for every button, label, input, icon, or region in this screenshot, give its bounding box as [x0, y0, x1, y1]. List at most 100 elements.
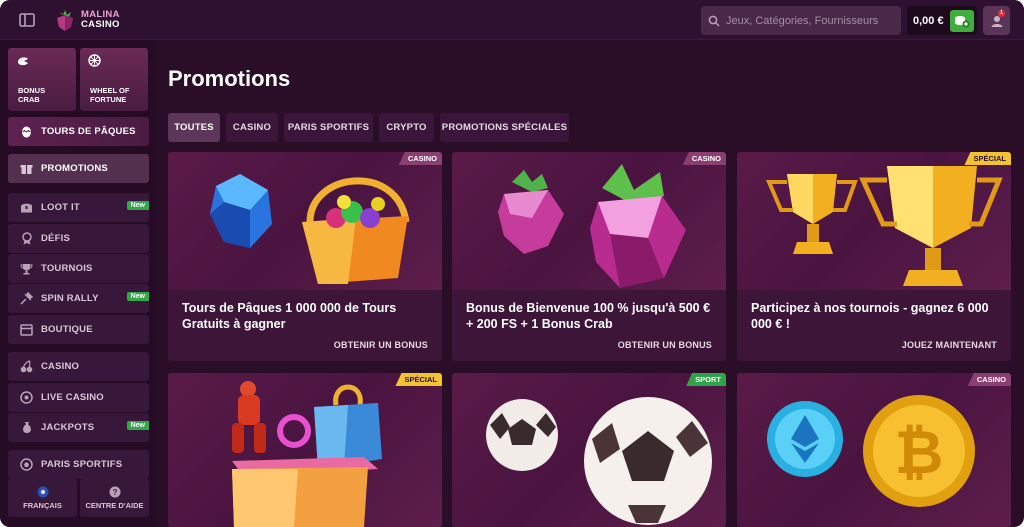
sidebar-item-label: SPIN RALLY [41, 293, 99, 304]
tab-crypto[interactable]: CRYPTO [379, 113, 434, 142]
category-badge: SPÉCIAL [395, 373, 442, 386]
sidebar-item-loot-it[interactable]: LOOT IT New [8, 193, 149, 222]
sidebar: BONUS CRAB WHEEL OF FORTUNE TOURS DE PÂQUE… [0, 40, 158, 527]
tab-casino[interactable]: CASINO [226, 113, 278, 142]
sidebar-item-casino[interactable]: CASINO [8, 352, 149, 381]
tile-label-line2: CRAB [18, 95, 40, 104]
tile-label-line1: WHEEL OF [90, 86, 130, 95]
promo-art: SPORT [452, 373, 726, 527]
promo-card-special-items[interactable]: SPÉCIAL [168, 373, 442, 527]
money-bag-icon [20, 421, 33, 434]
sidebar-item-jackpots[interactable]: JACKPOTS New [8, 413, 149, 442]
account-button[interactable]: 1 [983, 6, 1010, 35]
page-title: Promotions [168, 66, 291, 91]
category-badge: CASINO [967, 373, 1011, 386]
medal-icon [20, 232, 33, 245]
rally-icon [20, 292, 33, 305]
search-box[interactable] [701, 6, 901, 35]
promo-card-easter[interactable]: CASINO Tours de Pâques 1 000 000 de Tour… [168, 152, 442, 361]
help-icon: ? [109, 486, 120, 498]
trophy-icon [20, 262, 33, 275]
gift-box-illustration [232, 381, 382, 527]
sidebar-item-spin-rally[interactable]: SPIN RALLY New [8, 284, 149, 313]
crab-claw-icon [18, 57, 28, 66]
category-badge: SPÉCIAL [964, 152, 1011, 165]
sidebar-item-label: TOURS DE PÂQUES [41, 126, 136, 137]
notification-badge: 1 [998, 10, 1005, 17]
crypto-coins-illustration: ₿ [767, 395, 975, 507]
help-label: CENTRE D'AIDE [85, 501, 144, 510]
promo-art: CASINO [452, 152, 726, 290]
deposit-button[interactable] [950, 9, 974, 32]
promo-art: SPÉCIAL [737, 152, 1011, 290]
raspberry-logo-icon [57, 10, 73, 31]
promo-card-tournaments[interactable]: SPÉCIAL Participez à nos tournois - gagn… [737, 152, 1011, 361]
easter-egg-basket-illustration [210, 174, 410, 284]
sidebar-item-sports-betting[interactable]: PARIS SPORTIFS [8, 450, 149, 479]
football-illustration [486, 397, 712, 525]
tile-label-line1: BONUS [18, 86, 46, 95]
new-badge: New [126, 421, 149, 430]
sidebar-item-easter-spins[interactable]: TOURS DE PÂQUES [8, 117, 149, 146]
new-badge: New [126, 292, 149, 301]
sidebar-item-tournaments[interactable]: TOURNOIS [8, 254, 149, 283]
category-badge: CASINO [682, 152, 726, 165]
sidebar-item-label: TOURNOIS [41, 263, 93, 274]
sidebar-item-shop[interactable]: BOUTIQUE [8, 315, 149, 344]
sidebar-item-challenges[interactable]: DÉFIS [8, 224, 149, 253]
sidebar-item-label: PARIS SPORTIFS [41, 459, 123, 470]
promo-card-welcome-bonus[interactable]: CASINO Bonus de Bienvenue 100 % jusqu'à … [452, 152, 726, 361]
wallet[interactable]: 0,00 € [907, 6, 977, 35]
sidebar-item-promotions[interactable]: PROMOTIONS [8, 154, 149, 183]
sidebar-item-live-casino[interactable]: LIVE CASINO [8, 383, 149, 412]
promo-art: SPÉCIAL [168, 373, 442, 527]
sidebar-item-label: DÉFIS [41, 233, 70, 244]
sidebar-item-label: PROMOTIONS [41, 163, 108, 174]
flag-fr-icon [37, 486, 48, 498]
sidebar-tile-bonus-crab[interactable]: BONUS CRAB [8, 48, 76, 111]
tile-label-line2: FORTUNE [90, 95, 127, 104]
tab-sports-betting[interactable]: PARIS SPORTIFS [284, 113, 373, 142]
promo-art: ₿ CASINO [737, 373, 1011, 527]
svg-text:₿: ₿ [895, 419, 944, 486]
svg-text:?: ? [112, 488, 117, 497]
promo-title: Tours de Pâques 1 000 000 de Tours Gratu… [182, 301, 397, 331]
get-bonus-link[interactable]: OBTENIR UN BONUS [618, 340, 712, 350]
sidebar-tile-wheel-of-fortune[interactable]: WHEEL OF FORTUNE [80, 48, 148, 111]
promo-title: Participez à nos tournois - gagnez 6 000… [751, 301, 989, 331]
tab-special-promotions[interactable]: PROMOTIONS SPÉCIALES [440, 113, 569, 142]
search-icon [708, 15, 720, 27]
coins-plus-icon [955, 15, 970, 27]
search-input[interactable] [726, 14, 896, 27]
play-now-link[interactable]: JOUEZ MAINTENANT [902, 340, 997, 350]
top-header: MALINA CASINO 0,00 € 1 [0, 0, 1024, 40]
football-icon [20, 458, 33, 471]
promo-art: CASINO [168, 152, 442, 290]
language-label: FRANÇAIS [23, 501, 62, 510]
language-button[interactable]: FRANÇAIS [8, 479, 77, 517]
get-bonus-link[interactable]: OBTENIR UN BONUS [334, 340, 428, 350]
raspberry-illustration [498, 164, 686, 288]
tab-all[interactable]: TOUTES [168, 113, 220, 142]
sidebar-item-label: LIVE CASINO [41, 392, 104, 403]
new-badge: New [126, 201, 149, 210]
shop-icon [20, 323, 33, 336]
chest-icon [20, 201, 33, 214]
promo-card-sport[interactable]: SPORT [452, 373, 726, 527]
gift-icon [20, 162, 33, 175]
logo-text-bottom: CASINO [81, 19, 120, 30]
sidebar-toggle-icon[interactable] [18, 11, 36, 29]
app-window: MALINA CASINO 0,00 € 1 BONUSCRAB WHEEL O… [0, 0, 1024, 527]
cherries-icon [20, 360, 33, 373]
logo[interactable]: MALINA CASINO [54, 7, 120, 33]
egg-icon [20, 125, 33, 138]
sidebar-item-label: BOUTIQUE [41, 324, 93, 335]
roulette-icon [20, 391, 33, 404]
category-badge: SPORT [686, 373, 726, 386]
promo-title: Bonus de Bienvenue 100 % jusqu'à 500 € +… [466, 301, 711, 331]
help-center-button[interactable]: ? CENTRE D'AIDE [80, 479, 149, 517]
sidebar-item-label: CASINO [41, 361, 80, 372]
category-badge: CASINO [398, 152, 442, 165]
wheel-icon [88, 54, 101, 67]
promo-card-crypto[interactable]: ₿ CASINO [737, 373, 1011, 527]
